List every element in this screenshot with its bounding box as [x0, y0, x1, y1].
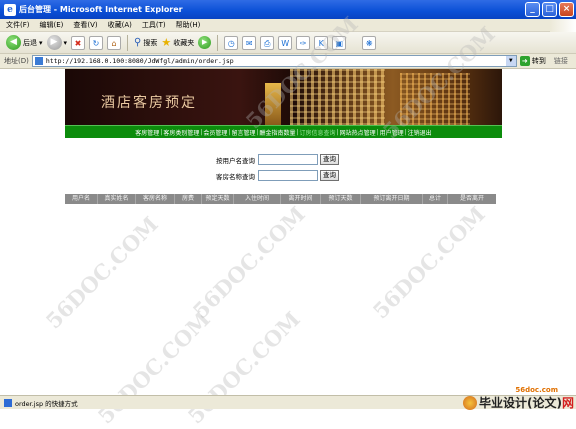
- search-icon: ⚲: [134, 37, 142, 48]
- toolbar-separator: [217, 34, 219, 51]
- favorites-label: 收藏夹: [173, 38, 195, 47]
- brand-name-main: 毕业设计: [478, 396, 527, 410]
- brand-name-paren: (论文): [527, 396, 562, 410]
- brand-site: 56doc.com: [515, 386, 558, 394]
- roomname-search-button[interactable]: 查询: [320, 170, 339, 181]
- username-search-input[interactable]: [258, 154, 318, 165]
- nav-item-room-types[interactable]: 客房类别管理: [163, 128, 199, 137]
- tools-icon[interactable]: ❋: [362, 35, 377, 50]
- brand-name-end: 网: [561, 396, 574, 410]
- table-header-cell: 用户名: [65, 194, 98, 204]
- maximize-button[interactable]: □: [542, 2, 557, 17]
- table-header-cell: 真实姓名: [98, 194, 136, 204]
- page-icon: [34, 57, 43, 65]
- nav-item-members[interactable]: 会员管理: [203, 128, 227, 137]
- links-button[interactable]: 链接: [554, 56, 568, 66]
- back-arrow-icon: ◀: [6, 35, 21, 50]
- table-header-cell: 预订离开日期: [361, 194, 423, 204]
- go-arrow-icon: ➜: [519, 56, 530, 66]
- forward-button[interactable]: ▶ ▾: [46, 35, 68, 50]
- menu-tools[interactable]: 工具(T): [142, 20, 166, 30]
- chevron-down-icon[interactable]: ▼: [505, 56, 516, 66]
- table-header-cell: 预定天数: [202, 194, 234, 204]
- brand-name: 毕业设计 (论文) 网: [462, 394, 574, 411]
- search-by-username-row: 按用户名查询 查询: [216, 154, 339, 165]
- menu-file[interactable]: 文件(F): [6, 20, 30, 30]
- menu-edit[interactable]: 编辑(E): [40, 20, 64, 30]
- menu-favorites[interactable]: 收藏(A): [108, 20, 132, 30]
- minimize-button[interactable]: _: [525, 2, 540, 17]
- nav-item-fees[interactable]: 酬金指南数量: [259, 128, 295, 137]
- mail-icon[interactable]: ✉: [242, 35, 257, 50]
- title-bar: e 后台管理 - Microsoft Internet Explorer _ □…: [0, 0, 576, 19]
- username-search-label: 按用户名查询: [216, 156, 255, 165]
- brand-logo-icon: [462, 395, 477, 410]
- nav-item-rooms[interactable]: 客房管理: [135, 128, 159, 137]
- go-button[interactable]: ➜ 转到: [519, 56, 546, 66]
- address-url: http://192.168.0.100:8080/JdWfgl/admin/o…: [45, 57, 234, 65]
- table-header-cell: 客房名称: [136, 194, 175, 204]
- roomname-search-label: 客房名称查询: [216, 172, 255, 181]
- nav-item-logout[interactable]: 注销退出: [408, 128, 432, 137]
- nav-item-hotspots[interactable]: 网站热点管理: [340, 128, 376, 137]
- go-label: 转到: [531, 57, 546, 65]
- nav-bar: 客房管理 | 客房类别管理 | 会员管理 | 留言管理 | 酬金指南数量 | 订房信息查询…: [65, 125, 502, 138]
- username-search-button[interactable]: 查询: [320, 154, 339, 165]
- banner-title: 酒店客房预定: [101, 95, 197, 111]
- nav-divider: |: [336, 128, 339, 136]
- toolbar-separator: [127, 34, 129, 51]
- star-icon: ★: [161, 36, 172, 49]
- table-header-cell: 总计: [423, 194, 448, 204]
- media-icon[interactable]: ▶: [198, 36, 212, 49]
- nav-item-messages[interactable]: 留言管理: [231, 128, 255, 137]
- search-label: 搜索: [143, 38, 158, 47]
- nav-divider: |: [296, 128, 299, 136]
- table-header-cell: 入住时间: [234, 194, 281, 204]
- menu-view[interactable]: 查看(V): [73, 20, 97, 30]
- print-icon[interactable]: ⎙: [260, 35, 275, 50]
- orders-table-header: 用户名 真实姓名 客房名称 房费 预定天数 入住时间 离开时间 预订天数 预订离…: [65, 194, 496, 204]
- windows-flag-icon: [550, 19, 576, 32]
- chevron-down-icon: ▾: [39, 38, 43, 47]
- stop-icon[interactable]: ✖: [71, 35, 86, 50]
- back-label: 后退: [23, 38, 37, 47]
- search-by-roomname-row: 客房名称查询 查询: [216, 170, 339, 181]
- refresh-icon[interactable]: ↻: [89, 35, 104, 50]
- roomname-search-input[interactable]: [258, 170, 318, 181]
- search-button[interactable]: ⚲ 搜索: [134, 37, 157, 48]
- history-icon[interactable]: ◷: [224, 35, 239, 50]
- favorites-button[interactable]: ★ 收藏夹: [161, 36, 194, 49]
- site-brand: 56doc.com 毕业设计 (论文) 网: [462, 386, 574, 411]
- table-header-cell: 预订天数: [321, 194, 361, 204]
- edit-icon[interactable]: W: [278, 35, 293, 50]
- ie-logo-icon: e: [4, 3, 16, 16]
- nav-divider: |: [376, 128, 379, 136]
- address-label: 地址(D): [4, 57, 29, 65]
- chevron-down-icon: ▾: [63, 38, 68, 47]
- forward-arrow-icon: ▶: [46, 35, 62, 50]
- nav-divider: |: [160, 128, 163, 136]
- menu-help[interactable]: 帮助(H): [176, 20, 201, 30]
- window-title: 后台管理 - Microsoft Internet Explorer: [19, 5, 183, 14]
- table-header-cell: 房费: [175, 194, 202, 204]
- home-icon[interactable]: ⌂: [107, 35, 122, 50]
- back-button[interactable]: ◀ 后退 ▾: [6, 35, 43, 50]
- status-text: order.jsp 的快捷方式: [15, 399, 78, 408]
- close-button[interactable]: ×: [559, 2, 574, 17]
- nav-divider: |: [200, 128, 203, 136]
- table-header-cell: 离开时间: [281, 194, 321, 204]
- page-icon: [4, 398, 12, 407]
- nav-divider: |: [228, 128, 231, 136]
- nav-item-orders[interactable]: 订房信息查询: [300, 128, 336, 137]
